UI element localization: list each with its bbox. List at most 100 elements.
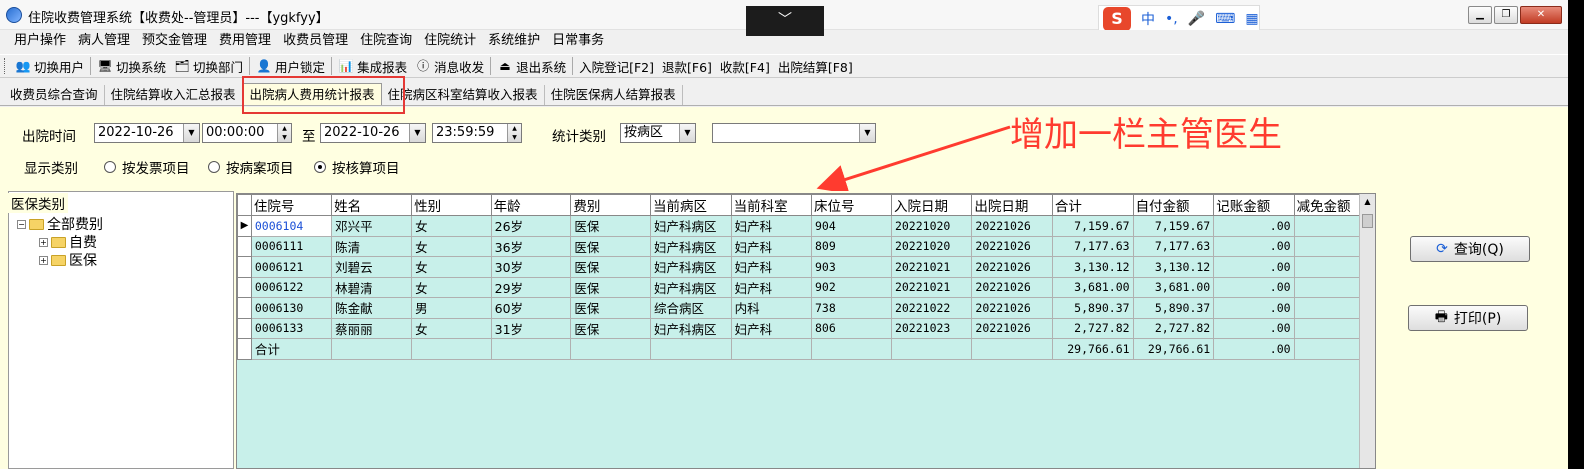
tab-insurance-settlement[interactable]: 住院医保病人结算报表	[545, 85, 683, 105]
table-cell[interactable]: 妇产科	[730, 215, 813, 237]
refund-button[interactable]: 退款[F6]	[658, 57, 716, 76]
table-cell[interactable]: 妇产科病区	[650, 317, 732, 339]
switch-user-button[interactable]: 👥 切换用户	[11, 57, 88, 76]
menu-user-ops[interactable]: 用户操作	[8, 30, 72, 52]
table-cell[interactable]: 妇产科	[730, 256, 813, 278]
exit-system-button[interactable]: ⏏ 退出系统	[493, 57, 570, 76]
table-cell[interactable]: 陈金献	[331, 297, 413, 319]
table-row[interactable]: 0006121 刘碧云女 30岁 医保 妇产科病区 妇产科 903 20221021 20221…	[237, 256, 1375, 278]
patient-fee-grid[interactable]: 住院号 姓名 性别 年龄 费别 当前病区 当前科室 床位号 入院日期 出院日期 …	[236, 193, 1376, 469]
table-cell[interactable]: 0006122	[250, 276, 333, 298]
col-header[interactable]: 姓名	[331, 194, 413, 216]
table-cell[interactable]: 3,130.12	[1051, 256, 1134, 278]
start-date-picker[interactable]: 2022-10-26 ▼	[94, 123, 200, 143]
ime-toolbar[interactable]: S 中 •, 🎤 ⌨ ▦	[1098, 5, 1260, 33]
ime-grid-icon[interactable]: ▦	[1245, 11, 1258, 27]
table-cell[interactable]: 36岁	[490, 235, 572, 257]
table-row[interactable]: 0006133 蔡丽丽女 31岁 医保 妇产科病区 妇产科 806 20221023 20221…	[237, 317, 1375, 339]
col-header[interactable]: 年龄	[490, 194, 572, 216]
expand-icon[interactable]: +	[39, 237, 48, 247]
row-indicator[interactable]	[237, 317, 252, 339]
switch-system-button[interactable]: 🖥 切换系统	[93, 57, 170, 76]
table-cell[interactable]	[650, 338, 732, 360]
tree-item-insurance[interactable]: + 医保	[39, 250, 97, 270]
menu-inpatient-stats[interactable]: 住院统计	[418, 30, 482, 52]
minimize-button[interactable]: ▁	[1468, 6, 1492, 24]
col-header[interactable]: 入院日期	[890, 194, 973, 216]
col-header[interactable]: 当前科室	[730, 194, 813, 216]
table-cell[interactable]: 902	[811, 276, 892, 298]
table-cell[interactable]: 女	[411, 215, 492, 237]
table-cell[interactable]: 0006111	[250, 235, 333, 257]
restore-button[interactable]: ❐	[1494, 6, 1518, 24]
row-indicator[interactable]: ▶	[237, 215, 252, 237]
table-cell[interactable]: 20221026	[971, 317, 1053, 339]
spinner-arrows-icon[interactable]: ▲ ▼	[277, 124, 291, 142]
table-cell[interactable]: 29岁	[490, 276, 572, 298]
table-cell[interactable]: 29,766.61	[1132, 338, 1215, 360]
table-cell[interactable]: 妇产科病区	[650, 256, 732, 278]
row-indicator[interactable]	[237, 338, 252, 360]
table-cell[interactable]: 5,890.37	[1132, 297, 1215, 319]
admission-register-button[interactable]: 入院登记[F2]	[575, 57, 658, 76]
col-header[interactable]: 合计	[1051, 194, 1134, 216]
collapse-chevron-icon[interactable]: ﹀	[746, 6, 824, 36]
stat-type-select[interactable]: 按病区 ▼	[620, 123, 696, 143]
radio-dot[interactable]	[104, 161, 116, 173]
table-cell[interactable]: 陈清	[331, 235, 413, 257]
table-cell[interactable]	[570, 338, 651, 360]
table-cell[interactable]: 20221020	[890, 215, 973, 237]
table-cell[interactable]: .00	[1213, 256, 1295, 278]
table-cell[interactable]	[811, 338, 892, 360]
col-header[interactable]: 当前病区	[650, 194, 732, 216]
ime-microphone-icon[interactable]: 🎤	[1188, 11, 1205, 27]
table-cell[interactable]: 妇产科病区	[650, 276, 732, 298]
tab-ward-dept-income[interactable]: 住院病区科室结算收入报表	[382, 85, 545, 105]
table-cell[interactable]: 20221026	[971, 256, 1053, 278]
table-cell[interactable]: 20221026	[971, 276, 1053, 298]
menu-inpatient-query[interactable]: 住院查询	[354, 30, 418, 52]
table-cell[interactable]: 林碧清	[331, 276, 413, 298]
table-cell[interactable]: 妇产科病区	[650, 235, 732, 257]
table-cell[interactable]: 3,681.00	[1051, 276, 1134, 298]
table-cell[interactable]	[331, 338, 413, 360]
ime-keyboard-icon[interactable]: ⌨	[1215, 11, 1235, 27]
radio-dot-checked[interactable]	[314, 161, 326, 173]
discharge-settlement-button[interactable]: 出院结算[F8]	[774, 57, 857, 76]
scroll-thumb[interactable]	[1362, 214, 1373, 228]
menu-patient-mgmt[interactable]: 病人管理	[72, 30, 136, 52]
tab-settlement-summary[interactable]: 住院结算收入汇总报表	[105, 85, 243, 105]
table-cell[interactable]: 20221020	[890, 235, 973, 257]
table-cell[interactable]: 刘碧云	[331, 256, 413, 278]
col-header[interactable]: 自付金额	[1132, 194, 1215, 216]
table-cell[interactable]: 20221023	[890, 317, 973, 339]
table-cell[interactable]	[890, 338, 973, 360]
table-cell[interactable]: 7,159.67	[1051, 215, 1134, 237]
chevron-down-icon[interactable]: ▼	[679, 124, 695, 142]
ime-chinese-mode[interactable]: 中	[1141, 9, 1155, 29]
table-cell[interactable]: .00	[1213, 235, 1295, 257]
tree-item-self-pay[interactable]: + 自费	[39, 232, 97, 252]
table-cell[interactable]: 妇产科	[730, 276, 813, 298]
total-row[interactable]: 合计 29,766.61 29,766.61.00	[237, 338, 1375, 360]
table-cell[interactable]: .00	[1213, 276, 1295, 298]
table-cell[interactable]: 女	[411, 317, 492, 339]
table-cell[interactable]: 妇产科	[730, 317, 813, 339]
table-cell[interactable]	[411, 338, 492, 360]
user-lock-button[interactable]: 👤 用户锁定	[252, 57, 329, 76]
radio-dot[interactable]	[208, 161, 220, 173]
table-cell[interactable]: 26岁	[490, 215, 572, 237]
menu-deposit-mgmt[interactable]: 预交金管理	[136, 30, 213, 52]
menu-system-maint[interactable]: 系统维护	[482, 30, 546, 52]
vertical-scrollbar[interactable]: ▲	[1359, 194, 1375, 468]
table-cell[interactable]: 女	[411, 256, 492, 278]
table-cell[interactable]: 男	[411, 297, 492, 319]
col-header[interactable]: 出院日期	[971, 194, 1053, 216]
tree-root[interactable]: − 全部费别	[17, 214, 103, 234]
table-cell[interactable]: 806	[811, 317, 892, 339]
table-cell[interactable]: 医保	[570, 235, 651, 257]
table-cell[interactable]: 3,681.00	[1132, 276, 1215, 298]
table-cell[interactable]: 20221021	[890, 276, 973, 298]
radio-case-items[interactable]: 按病案项目	[208, 157, 294, 177]
end-time-spinner[interactable]: 23:59:59 ▲ ▼	[432, 123, 522, 143]
